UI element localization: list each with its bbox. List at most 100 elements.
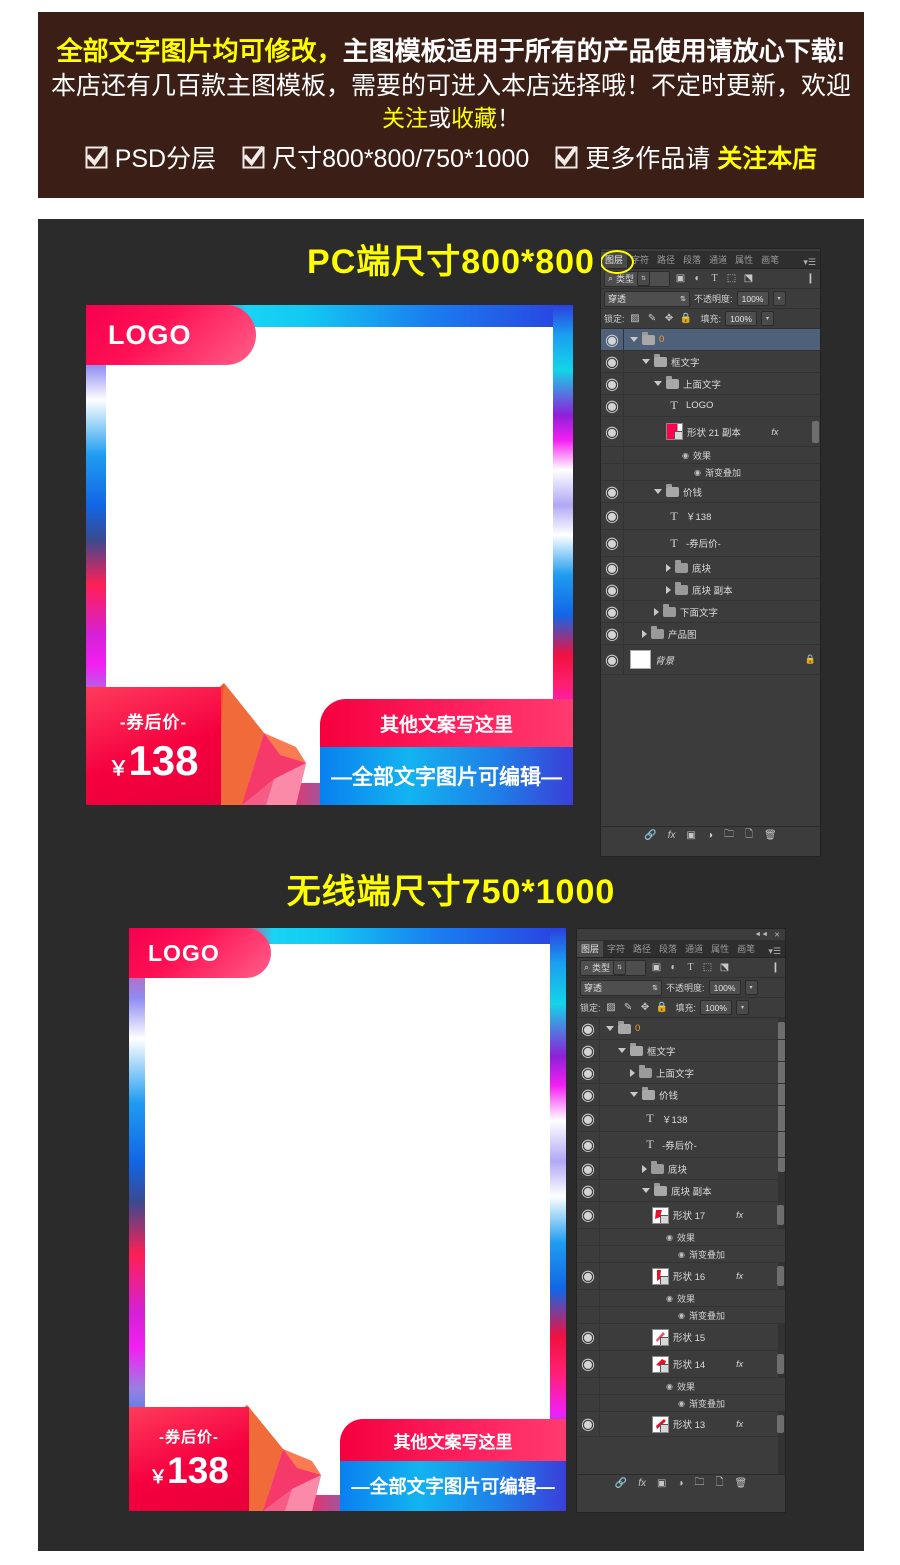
layer-row-shape-14[interactable]: ◉ 形状 14 fx [577,1351,785,1378]
disclosure-triangle-down-icon[interactable] [642,359,650,364]
layer-style-fx-icon[interactable]: fx [638,1478,646,1489]
layer-visibility-toggle[interactable]: ◉ [601,530,624,556]
type-filter-icon[interactable]: T [708,272,721,285]
effect-eye-icon[interactable]: ◉ [666,1294,673,1303]
layer-mask-icon[interactable]: ▣ [686,830,695,841]
effect-eye-icon[interactable]: ◉ [682,451,689,460]
layer-row-text-price[interactable]: ◉ T ￥138 [577,1106,785,1132]
layer-visibility-toggle[interactable]: ◉ [601,557,624,578]
tab-channels[interactable]: 通道 [681,941,707,957]
fill-value[interactable]: 100% [700,1000,733,1015]
effect-eye-icon[interactable]: ◉ [666,1233,673,1242]
disclosure-triangle-right-icon[interactable] [642,629,647,638]
layer-visibility-toggle[interactable]: ◉ [601,481,624,502]
layer-visibility-toggle[interactable] [577,1290,600,1306]
layer-visibility-toggle[interactable]: ◉ [601,395,624,416]
smart-object-filter-icon[interactable]: ⬔ [718,961,731,974]
adjustment-layer-icon[interactable]: ◑ [677,1478,683,1489]
layer-row-effects[interactable]: ◉ 效果 [601,447,820,464]
layer-row-group-top-text[interactable]: ◉ 上面文字 [577,1062,785,1084]
layer-visibility-toggle[interactable]: ◉ [601,645,624,674]
layer-list-mobile[interactable]: ◉ 0 ◉ 框文字 ◉ 上面文字 ◉ 价钱 ◉ T ￥138 ◉ T -券后价-… [577,1018,785,1474]
delete-layer-icon[interactable]: 🗑 [735,1478,748,1489]
layer-style-fx-icon[interactable]: fx [668,830,676,841]
tab-channels[interactable]: 通道 [705,252,731,268]
link-layers-icon[interactable]: 🔗 [615,1478,627,1489]
layer-row-gradient-overlay[interactable]: ◉ 渐变叠加 [577,1307,785,1324]
layer-row-shape-21-copy[interactable]: ◉ 形状 21 副本 fx [601,417,820,447]
layer-visibility-toggle[interactable]: ◉ [577,1132,600,1157]
new-layer-icon[interactable]: 🗋 [745,827,753,844]
layer-visibility-toggle[interactable] [577,1229,600,1245]
layer-style-fx-icon[interactable]: fx [736,1419,746,1429]
layer-visibility-toggle[interactable]: ◉ [601,329,624,350]
tab-paths[interactable]: 路径 [653,252,679,268]
layer-row-effects[interactable]: ◉ 效果 [577,1229,785,1246]
layer-row-shape-13[interactable]: ◉ 形状 13 fx [577,1412,785,1437]
fill-dropdown-icon[interactable]: ▾ [761,311,775,326]
lock-all-icon[interactable]: 🔒 [680,312,693,325]
layer-row-group-top-text[interactable]: ◉ 上面文字 [601,373,820,395]
opacity-dropdown-icon[interactable]: ▾ [772,291,786,306]
collapse-panel-icon[interactable]: ◄◄ [754,931,768,938]
filter-type-select[interactable]: ⌕ 类型 ⇅ [604,270,670,287]
layer-visibility-toggle[interactable]: ◉ [577,1106,600,1131]
panel-menu-icon[interactable]: ▾☰ [768,946,785,957]
disclosure-triangle-right-icon[interactable] [666,563,671,572]
filter-toggle-icon[interactable]: ❙ [804,272,817,285]
disclosure-triangle-down-icon[interactable] [606,1026,614,1031]
disclosure-triangle-down-icon[interactable] [630,337,638,342]
tab-paragraph[interactable]: 段落 [679,252,705,268]
image-filter-icon[interactable]: ▣ [650,961,663,974]
layer-visibility-toggle[interactable]: ◉ [577,1263,600,1289]
lock-image-icon[interactable]: ✎ [622,1001,635,1014]
disclosure-triangle-down-icon[interactable] [630,1092,638,1097]
disclosure-triangle-down-icon[interactable] [654,381,662,386]
layer-scroll-thumb[interactable] [776,1205,784,1225]
opacity-dropdown-icon[interactable]: ▾ [744,980,758,995]
layer-row-gradient-overlay[interactable]: ◉ 渐变叠加 [577,1395,785,1412]
disclosure-triangle-right-icon[interactable] [666,585,671,594]
layer-row-group-price[interactable]: ◉ 价钱 [577,1084,785,1106]
link-layers-icon[interactable]: 🔗 [644,830,656,841]
layer-visibility-toggle[interactable]: ◉ [577,1062,600,1083]
shape-filter-icon[interactable]: ⬚ [725,272,738,285]
layer-row-text-price[interactable]: ◉ T ￥138 [601,503,820,530]
disclosure-triangle-right-icon[interactable] [654,607,659,616]
tab-brush[interactable]: 画笔 [733,941,759,957]
layer-list-pc[interactable]: ◉ 0 ◉ 框文字 ◉ 上面文字 ◉ T LOGO ◉ 形状 21 副本 fx … [601,329,820,826]
layer-row-group-base-copy[interactable]: ◉ 底块 副本 [601,579,820,601]
new-layer-icon[interactable]: 🗋 [715,1475,723,1492]
layer-row-shape-16[interactable]: ◉ 形状 16 fx [577,1263,785,1290]
layer-row-shape-15[interactable]: ◉ 形状 15 [577,1324,785,1351]
layer-visibility-toggle[interactable]: ◉ [601,623,624,644]
filter-type-select[interactable]: ⌕ 类型 ⇅ [580,959,646,976]
layer-row-group-bottom-text[interactable]: ◉ 下面文字 [601,601,820,623]
effect-eye-icon[interactable]: ◉ [678,1250,685,1259]
layer-row-text-logo[interactable]: ◉ T LOGO [601,395,820,417]
tab-paragraph[interactable]: 段落 [655,941,681,957]
layer-row-gradient-overlay[interactable]: ◉ 渐变叠加 [601,464,820,481]
up-down-arrows-icon[interactable]: ⇅ [613,960,627,975]
tab-layers[interactable]: 图层 [577,941,604,957]
filter-toggle-icon[interactable]: ❙ [769,961,782,974]
adjustment-filter-icon[interactable]: ◐ [691,272,704,285]
layer-visibility-toggle[interactable]: ◉ [577,1180,600,1201]
disclosure-triangle-right-icon[interactable] [630,1068,635,1077]
lock-position-icon[interactable]: ✥ [663,312,676,325]
adjustment-filter-icon[interactable]: ◐ [667,961,680,974]
layer-visibility-toggle[interactable] [601,464,624,480]
adjustment-layer-icon[interactable]: ◑ [707,830,713,841]
layer-visibility-toggle[interactable]: ◉ [577,1018,600,1039]
effect-eye-icon[interactable]: ◉ [694,468,701,477]
layer-visibility-toggle[interactable] [577,1307,600,1323]
layer-style-fx-icon[interactable]: fx [736,1271,746,1281]
layer-visibility-toggle[interactable]: ◉ [577,1202,600,1228]
panel-menu-icon[interactable]: ▾☰ [803,257,820,268]
opacity-value[interactable]: 100% [708,980,741,995]
layer-mask-icon[interactable]: ▣ [657,1478,666,1489]
layer-row-group-frame-text[interactable]: ◉ 框文字 [601,351,820,373]
tab-character[interactable]: 字符 [627,252,653,268]
shape-filter-icon[interactable]: ⬚ [701,961,714,974]
layer-row-background[interactable]: ◉ 背景 🔒 [601,645,820,675]
